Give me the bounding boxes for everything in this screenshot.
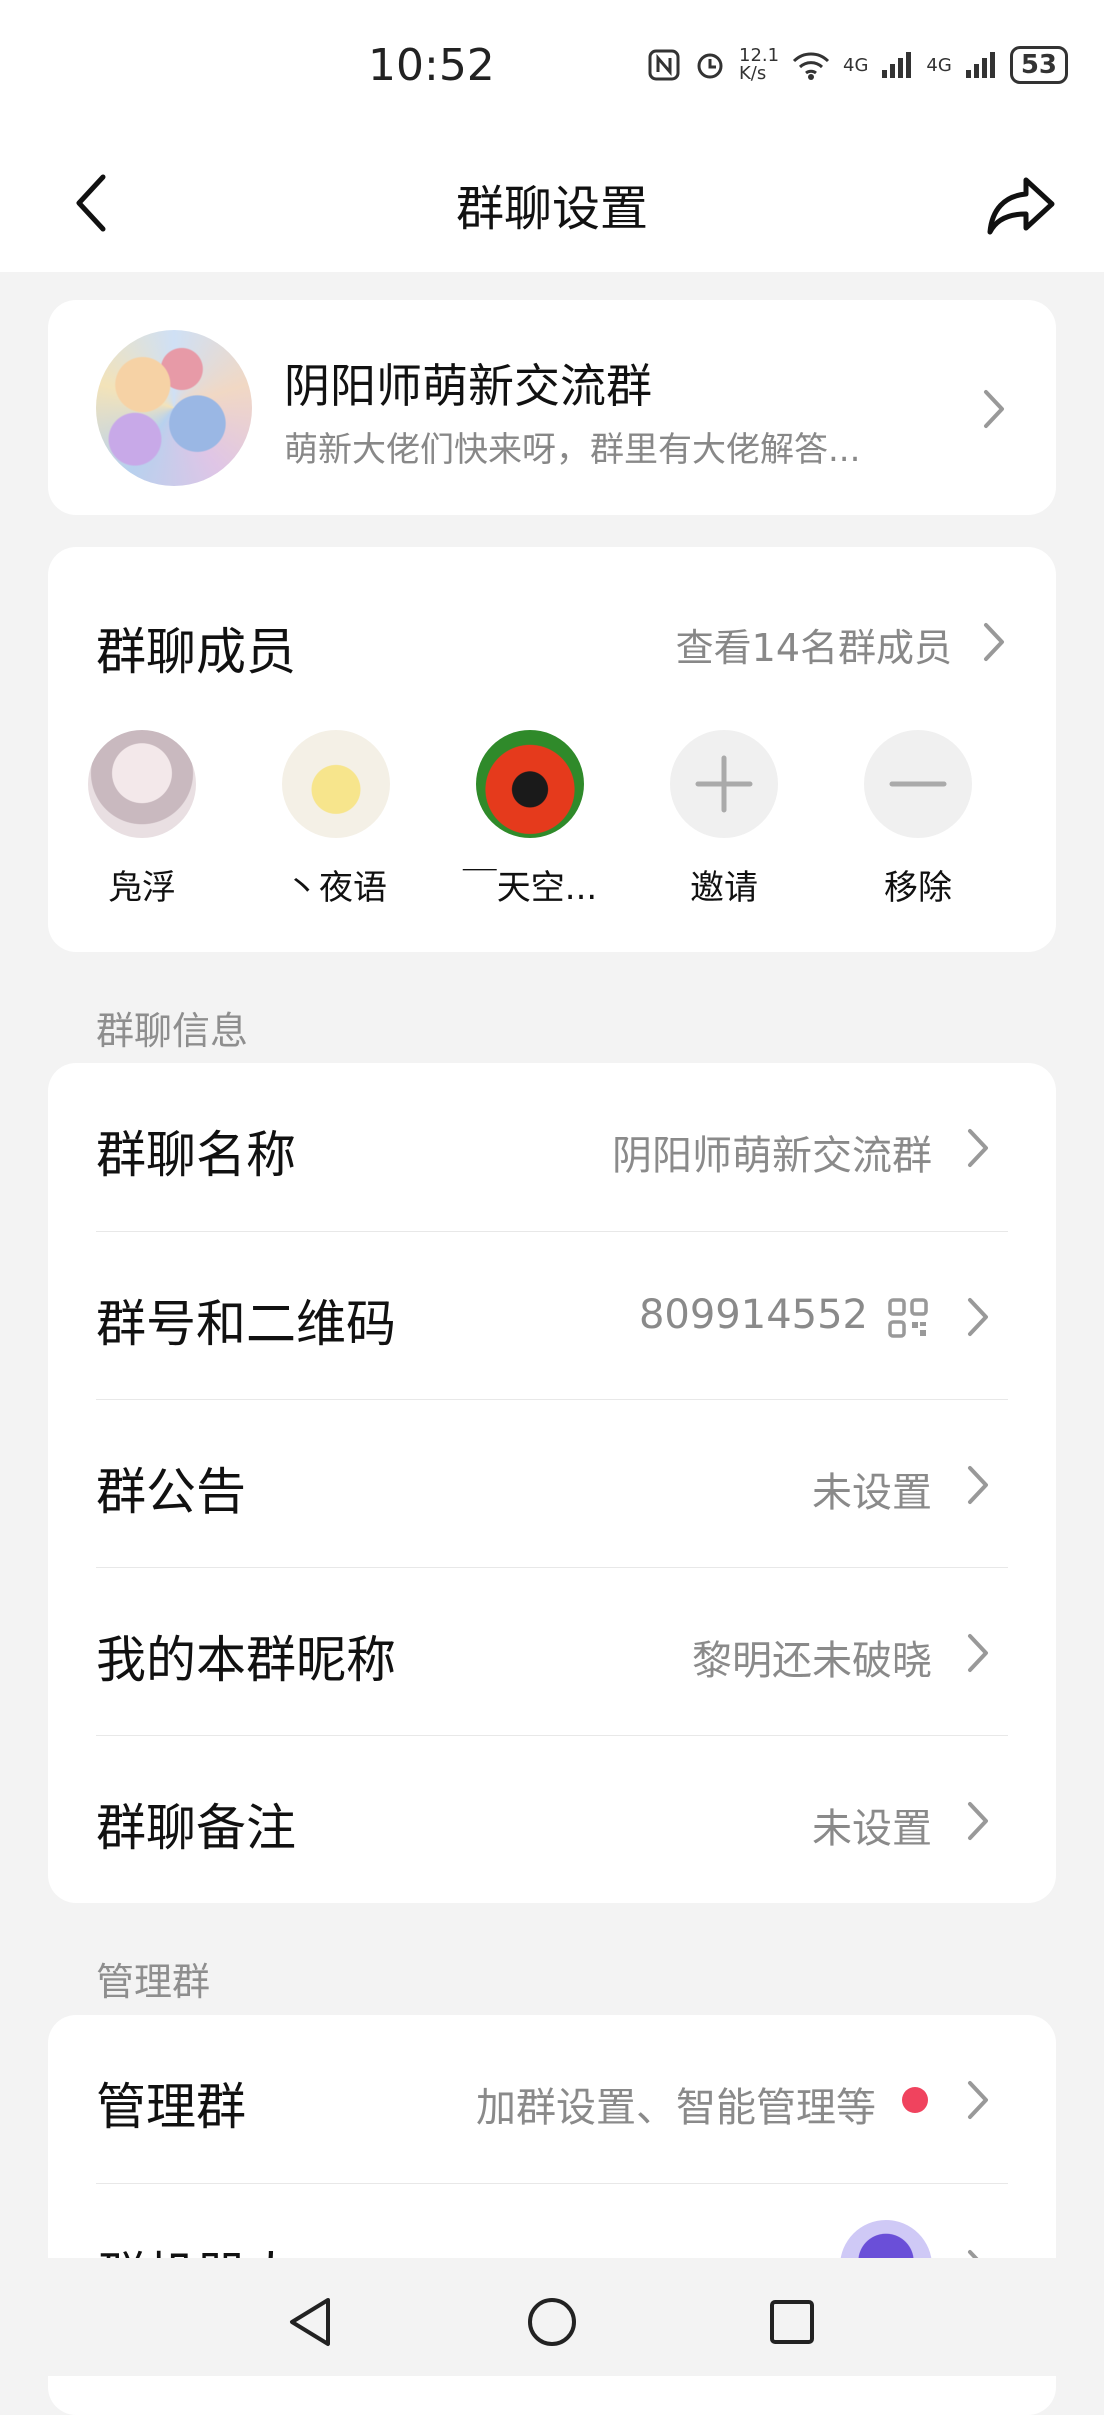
row-group-announcement[interactable]: 群公告 未设置 [96, 1399, 1008, 1568]
row-value: 黎明还未破晓 [692, 1638, 932, 1684]
chevron-right-icon [968, 1466, 988, 1504]
chevron-right-icon [968, 1129, 988, 1167]
row-value: 未设置 [812, 1470, 932, 1516]
nav-recents-icon[interactable] [762, 2292, 822, 2352]
group-avatar [96, 330, 252, 486]
row-value: 阴阳师萌新交流群 [612, 1133, 932, 1179]
members-title: 群聊成员 [96, 623, 296, 681]
alarm-icon [697, 53, 723, 79]
remove-label: 移除 [884, 868, 952, 908]
member-item[interactable]: 凫浮 [62, 730, 222, 909]
top-nav-bar: 群聊设置 [0, 135, 1104, 272]
member-name: ￣天空... [462, 868, 598, 908]
qr-code-icon [888, 1298, 928, 1338]
status-time: 10:52 [368, 40, 495, 91]
page-title: 群聊设置 [455, 181, 648, 237]
invite-member-button[interactable]: 邀请 [644, 730, 804, 909]
group-name: 阴阳师萌新交流群 [284, 359, 652, 413]
notification-dot [902, 2087, 928, 2113]
signal-icon [965, 52, 995, 78]
chevron-right-icon [968, 1298, 988, 1336]
share-button[interactable] [978, 165, 1064, 245]
status-bar: 10:52 12.1 K/s 4G 4G 53 [0, 0, 1104, 135]
signal-icon [882, 52, 912, 78]
chevron-right-icon [968, 1802, 988, 1840]
member-name: 凫浮 [108, 868, 176, 908]
chevron-right-icon[interactable] [976, 617, 1012, 667]
row-title: 群聊名称 [96, 1126, 296, 1184]
row-title: 群号和二维码 [96, 1295, 396, 1353]
row-title: 我的本群昵称 [96, 1631, 396, 1689]
system-nav-bar [0, 2258, 1104, 2376]
row-group-remark[interactable]: 群聊备注 未设置 [96, 1735, 1008, 1904]
row-value: 未设置 [812, 1806, 932, 1852]
net-speed: 12.1 K/s [739, 45, 780, 84]
status-icons: 12.1 K/s 4G 4G 53 [647, 46, 1068, 84]
row-value: 加群设置、智能管理等 [476, 2085, 876, 2131]
share-icon [987, 177, 1055, 235]
avatar [476, 730, 584, 838]
remove-member-button[interactable]: 移除 [838, 730, 998, 909]
signal-2-label: 4G [926, 54, 952, 76]
row-title: 群公告 [96, 1463, 246, 1521]
row-my-nickname[interactable]: 我的本群昵称 黎明还未破晓 [96, 1567, 1008, 1736]
nav-back-icon[interactable] [282, 2292, 342, 2352]
signal-1-label: 4G [843, 54, 869, 76]
invite-label: 邀请 [690, 868, 758, 908]
chevron-right-icon [968, 1634, 988, 1672]
nav-home-icon[interactable] [522, 2292, 582, 2352]
section-label-info: 群聊信息 [96, 1009, 249, 1053]
minus-icon [864, 730, 972, 838]
members-card: 群聊成员 查看14名群成员 凫浮 丶夜语 ￣天空... 邀请 移除 [48, 547, 1056, 952]
row-manage-group[interactable]: 管理群 加群设置、智能管理等 [96, 2015, 1008, 2183]
avatar [88, 730, 196, 838]
avatar [282, 730, 390, 838]
wifi-icon [792, 52, 830, 80]
row-title: 群聊备注 [96, 1799, 296, 1857]
view-all-members-link[interactable]: 查看14名群成员 [676, 617, 952, 672]
member-item[interactable]: 丶夜语 [256, 730, 416, 909]
row-group-name[interactable]: 群聊名称 阴阳师萌新交流群 [96, 1063, 1008, 1231]
nfc-icon [648, 49, 680, 81]
row-group-number-qr[interactable]: 群号和二维码 809914552 [96, 1231, 1008, 1400]
row-value: 809914552 [638, 1292, 868, 1338]
member-item[interactable]: ￣天空... [450, 730, 610, 909]
row-title: 管理群 [96, 2078, 246, 2136]
group-description: 萌新大佬们快来呀，群里有大佬解答... [284, 430, 861, 470]
member-name: 丶夜语 [285, 868, 387, 908]
battery-icon: 53 [1009, 46, 1068, 84]
group-info-card: 群聊名称 阴阳师萌新交流群 群号和二维码 809914552 群公告 未设置 我… [48, 1063, 1056, 1903]
chevron-right-icon [984, 390, 1004, 428]
group-profile-card[interactable]: 阴阳师萌新交流群 萌新大佬们快来呀，群里有大佬解答... [48, 300, 1056, 515]
chevron-right-icon [968, 2081, 988, 2119]
section-label-manage: 管理群 [96, 1960, 211, 2004]
plus-icon [670, 730, 778, 838]
